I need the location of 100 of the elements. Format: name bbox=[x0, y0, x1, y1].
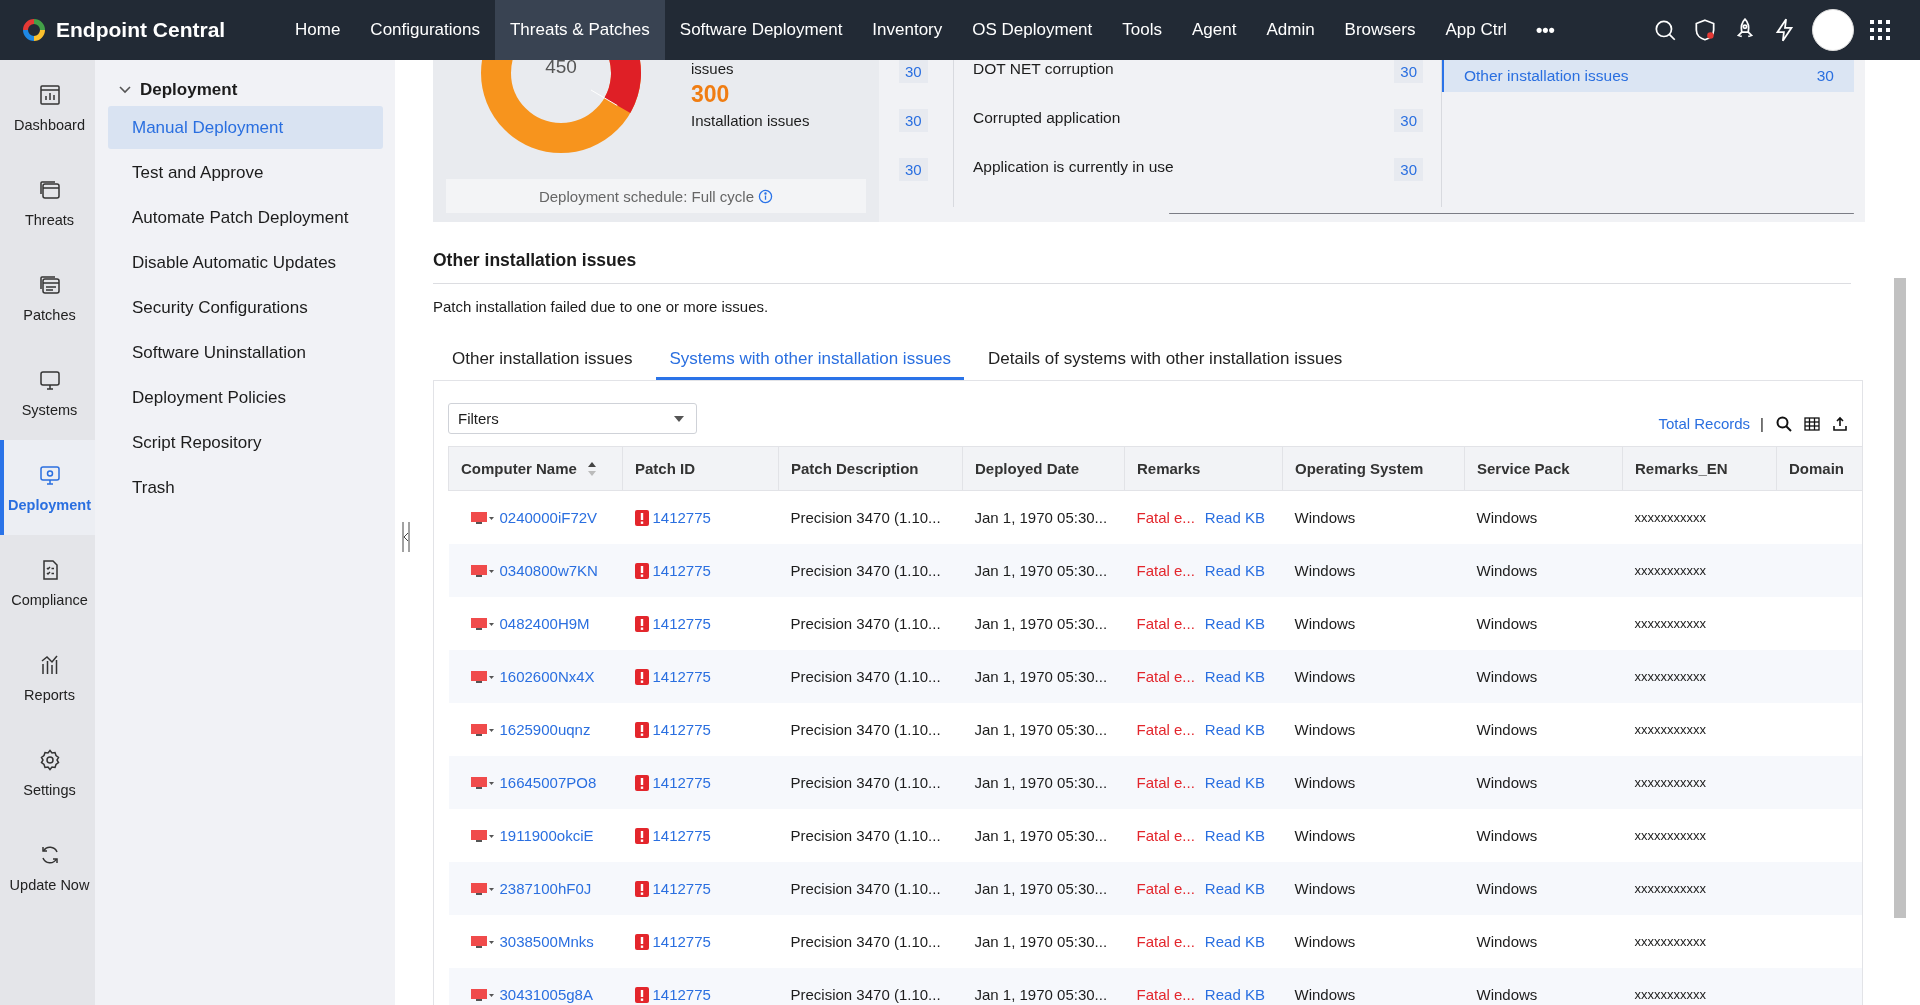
sort-icon[interactable] bbox=[586, 460, 597, 477]
sidebar-item[interactable]: Test and Approve bbox=[108, 151, 383, 194]
read-kb-link[interactable]: Read KB bbox=[1204, 615, 1265, 632]
rail-item[interactable]: Threats bbox=[0, 155, 95, 250]
read-kb-link[interactable]: Read KB bbox=[1204, 827, 1265, 844]
read-kb-link[interactable]: Read KB bbox=[1204, 986, 1265, 1003]
column-header[interactable]: Service Pack bbox=[1464, 446, 1623, 491]
column-header[interactable]: Domain bbox=[1776, 446, 1862, 491]
tab[interactable]: Other installation issues bbox=[439, 341, 646, 380]
rail-item[interactable]: Deployment bbox=[0, 440, 95, 535]
patch-id-link[interactable]: 1412775 bbox=[652, 774, 711, 791]
monitor-dropdown-icon[interactable] bbox=[470, 563, 495, 578]
computer-name-link[interactable]: 3038500Mnks bbox=[499, 933, 594, 950]
sidebar-item[interactable]: Deployment Policies bbox=[108, 376, 383, 419]
nav-tab[interactable]: OS Deployment bbox=[957, 0, 1108, 60]
monitor-dropdown-icon[interactable] bbox=[470, 510, 495, 525]
computer-name-link[interactable]: 2387100hF0J bbox=[499, 880, 592, 897]
rail-item[interactable]: Update Now bbox=[0, 820, 95, 915]
sidebar-item[interactable]: Script Repository bbox=[108, 421, 383, 464]
patch-id-link[interactable]: 1412775 bbox=[652, 509, 711, 526]
column-header[interactable]: Remarks_EN bbox=[1622, 446, 1777, 491]
issue-label[interactable]: Corrupted application bbox=[973, 109, 1121, 127]
monitor-dropdown-icon[interactable] bbox=[470, 881, 495, 896]
monitor-dropdown-icon[interactable] bbox=[470, 987, 495, 1002]
patch-id-link[interactable]: 1412775 bbox=[652, 668, 711, 685]
column-header[interactable]: Computer Name bbox=[448, 446, 623, 491]
patch-id-link[interactable]: 1412775 bbox=[652, 562, 711, 579]
table-columns-icon[interactable] bbox=[1804, 415, 1820, 432]
sidebar-item[interactable]: Manual Deployment bbox=[108, 106, 383, 149]
computer-name-link[interactable]: 0240000iF72V bbox=[499, 509, 598, 526]
rail-item[interactable]: Dashboard bbox=[0, 60, 95, 155]
nav-tab[interactable]: Admin bbox=[1251, 0, 1330, 60]
rail-item[interactable]: Settings bbox=[0, 725, 95, 820]
nav-tab[interactable]: Tools bbox=[1107, 0, 1177, 60]
nav-tab[interactable]: Threats & Patches bbox=[495, 0, 665, 60]
read-kb-link[interactable]: Read KB bbox=[1204, 880, 1265, 897]
vertical-scrollbar[interactable] bbox=[1894, 278, 1906, 918]
rail-item[interactable]: Reports bbox=[0, 630, 95, 725]
total-records-link[interactable]: Total Records bbox=[1658, 415, 1751, 432]
rail-item[interactable]: Systems bbox=[0, 345, 95, 440]
shield-icon[interactable] bbox=[1692, 17, 1718, 43]
column-header[interactable]: Operating System bbox=[1282, 446, 1465, 491]
horizontal-scrollbar[interactable] bbox=[1169, 213, 1854, 214]
read-kb-link[interactable]: Read KB bbox=[1204, 721, 1265, 738]
sidebar-item[interactable]: Software Uninstallation bbox=[108, 331, 383, 374]
issue-label[interactable]: DOT NET corruption bbox=[973, 60, 1114, 78]
computer-name-link[interactable]: 1911900okciE bbox=[499, 827, 594, 844]
patch-id-link[interactable]: 1412775 bbox=[652, 986, 711, 1003]
export-icon[interactable] bbox=[1832, 415, 1848, 432]
patch-id-link[interactable]: 1412775 bbox=[652, 880, 711, 897]
column-header[interactable]: Remarks bbox=[1124, 446, 1283, 491]
app-brand[interactable]: Endpoint Central bbox=[0, 0, 280, 60]
sidebar-item[interactable]: Trash bbox=[108, 466, 383, 509]
issue-count[interactable]: 30 bbox=[899, 60, 928, 83]
read-kb-link[interactable]: Read KB bbox=[1204, 668, 1265, 685]
column-header[interactable]: Deployed Date bbox=[962, 446, 1125, 491]
nav-tab[interactable]: Agent bbox=[1177, 0, 1252, 60]
read-kb-link[interactable]: Read KB bbox=[1204, 562, 1265, 579]
user-avatar[interactable] bbox=[1812, 9, 1854, 51]
patch-id-link[interactable]: 1412775 bbox=[652, 827, 711, 844]
nav-tab[interactable]: Browsers bbox=[1329, 0, 1431, 60]
issue-count[interactable]: 30 bbox=[1394, 60, 1423, 83]
monitor-dropdown-icon[interactable] bbox=[470, 669, 495, 684]
sidebar-item[interactable]: Automate Patch Deployment bbox=[108, 196, 383, 239]
nav-tab[interactable]: Software Deployment bbox=[664, 0, 858, 60]
info-icon[interactable] bbox=[758, 188, 774, 204]
patch-id-link[interactable]: 1412775 bbox=[652, 615, 711, 632]
patch-id-link[interactable]: 1412775 bbox=[652, 721, 711, 738]
nav-tab[interactable]: Configurations bbox=[355, 0, 495, 60]
nav-tab[interactable]: Inventory bbox=[857, 0, 958, 60]
filter-dropdown[interactable]: Filters bbox=[448, 403, 697, 434]
read-kb-link[interactable]: Read KB bbox=[1204, 774, 1265, 791]
search-icon[interactable] bbox=[1776, 415, 1792, 432]
collapse-handle-icon[interactable] bbox=[402, 522, 410, 552]
apps-grid-icon[interactable] bbox=[1868, 18, 1892, 42]
read-kb-link[interactable]: Read KB bbox=[1204, 933, 1265, 950]
issue-count[interactable]: 30 bbox=[1394, 158, 1423, 181]
column-header[interactable]: Patch Description bbox=[778, 446, 963, 491]
issue-label[interactable]: Application is currently in use bbox=[973, 158, 1174, 176]
patch-id-link[interactable]: 1412775 bbox=[652, 933, 711, 950]
monitor-dropdown-icon[interactable] bbox=[470, 828, 495, 843]
read-kb-link[interactable]: Read KB bbox=[1204, 509, 1265, 526]
monitor-dropdown-icon[interactable] bbox=[470, 775, 495, 790]
monitor-dropdown-icon[interactable] bbox=[470, 616, 495, 631]
column-header[interactable]: Patch ID bbox=[622, 446, 779, 491]
sidebar-item[interactable]: Security Configurations bbox=[108, 286, 383, 329]
monitor-dropdown-icon[interactable] bbox=[470, 934, 495, 949]
computer-name-link[interactable]: 0482400H9M bbox=[499, 615, 590, 632]
sidebar-item[interactable]: Disable Automatic Updates bbox=[108, 241, 383, 284]
nav-tab[interactable]: App Ctrl bbox=[1430, 0, 1522, 60]
issue-count[interactable]: 30 bbox=[899, 109, 928, 132]
issue-item[interactable]: Other installation issues 30 bbox=[1442, 60, 1854, 92]
computer-name-link[interactable]: 1602600Nx4X bbox=[499, 668, 595, 685]
tab[interactable]: Details of systems with other installation issues bbox=[975, 341, 1356, 380]
computer-name-link[interactable]: 1625900uqnz bbox=[499, 721, 591, 738]
issue-count[interactable]: 30 bbox=[899, 158, 928, 181]
rail-item[interactable]: Patches bbox=[0, 250, 95, 345]
computer-name-link[interactable]: 16645007PO8 bbox=[499, 774, 597, 791]
issue-count[interactable]: 30 bbox=[1394, 109, 1423, 132]
computer-name-link[interactable]: 0340800w7KN bbox=[499, 562, 598, 579]
